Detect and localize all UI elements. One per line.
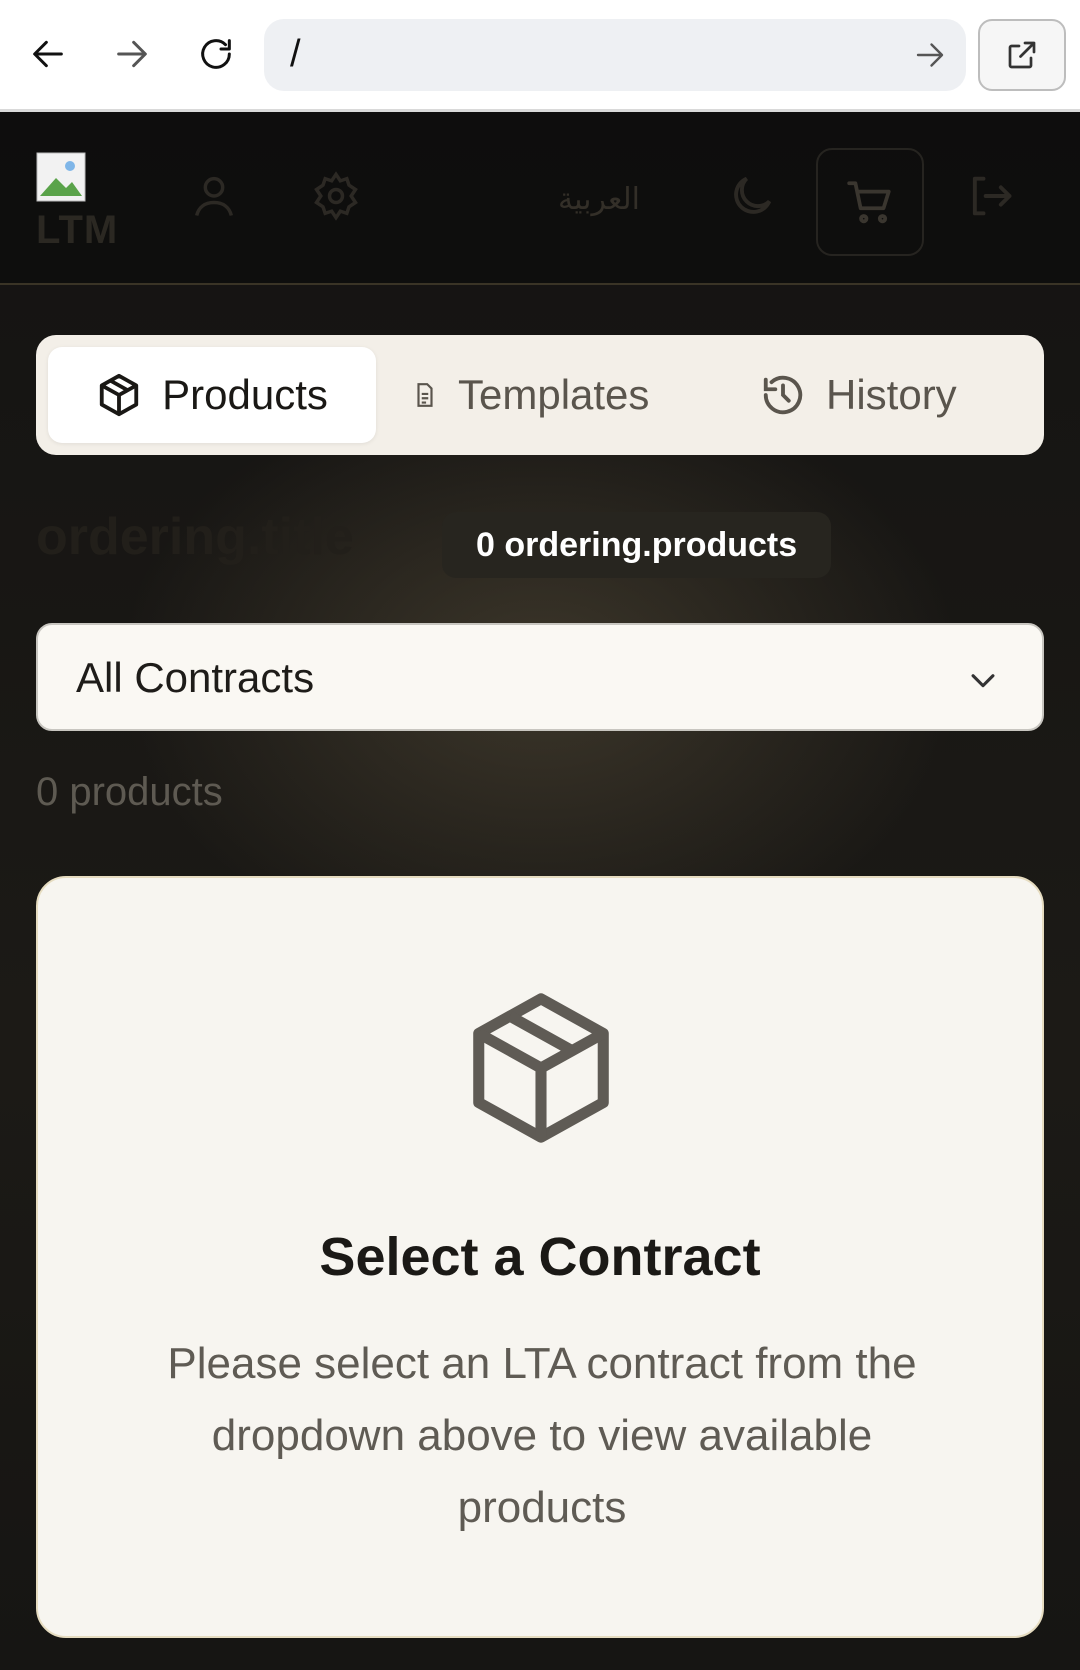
app-container: LTM العربية Products Templates History o… [0,112,1080,1670]
page-title: ordering.title [36,508,354,566]
empty-state-card: Select a Contract Please select an LTA c… [36,876,1044,1638]
empty-state-title: Select a Contract [319,1227,761,1287]
document-icon [417,383,433,407]
logout-icon [972,176,1012,216]
settings-button[interactable] [310,170,362,222]
empty-state-description: Please select an LTA contract from the d… [167,1339,917,1532]
tab-label: History [826,371,957,418]
reload-icon [201,39,231,69]
count-badge: 0 ordering.products [442,512,832,578]
arrow-left-icon [33,40,63,68]
back-button[interactable] [18,24,78,84]
browser-toolbar: / [0,0,1080,112]
logo-broken-image-icon[interactable] [36,152,86,202]
ordering-tabs: Products Templates History [36,335,1044,455]
tab-label: Templates [458,371,650,418]
package-icon [473,993,609,1143]
url-text: / [290,33,301,75]
contract-select-value: All Contracts [76,654,315,701]
tab-products[interactable]: Products [48,347,376,443]
tab-templates[interactable]: Templates [412,347,649,443]
tab-label: Products [162,371,328,418]
logout-button[interactable] [964,170,1016,222]
open-external-button[interactable] [978,19,1066,91]
products-count: 0 products [36,770,223,814]
cart-button[interactable] [816,148,924,256]
gear-icon [314,171,358,221]
history-icon [763,375,803,415]
contract-select[interactable]: All Contracts [36,623,1044,731]
logo-text: LTM [36,208,119,252]
moon-icon [734,176,772,214]
package-icon [99,373,139,417]
reload-button[interactable] [186,24,246,84]
tab-history[interactable]: History [760,347,957,443]
forward-button[interactable] [102,24,162,84]
external-link-icon [1008,41,1036,69]
chevron-down-icon [971,674,995,688]
arrow-right-icon [117,40,147,68]
profile-button[interactable] [188,170,240,222]
user-icon [194,176,234,217]
address-bar[interactable]: / [264,19,966,91]
app-header: LTM العربية [0,112,1080,285]
go-arrow-icon[interactable] [912,37,948,73]
language-toggle[interactable]: العربية [558,182,640,217]
cart-icon [847,181,891,224]
theme-toggle[interactable] [726,170,778,222]
